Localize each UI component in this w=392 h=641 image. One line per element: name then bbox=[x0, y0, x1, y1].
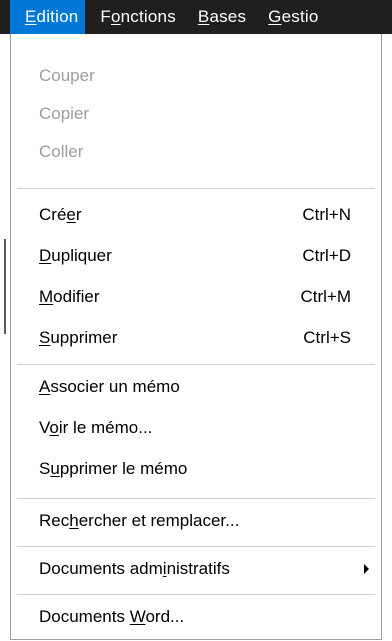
menu-item-documents-word-text-rest: ord... bbox=[145, 607, 185, 626]
menu-item-voir-memo-mnemonic: o bbox=[49, 418, 59, 437]
menu-item-dupliquer-shortcut: Ctrl+D bbox=[302, 246, 351, 265]
menu-item-creer-text-rest: r bbox=[75, 205, 82, 224]
menu-item-creer-shortcut: Ctrl+N bbox=[302, 205, 351, 224]
background-window-edge bbox=[0, 34, 10, 641]
menu-bar: Edition Fonctions Bases Gestio bbox=[0, 0, 392, 34]
menu-item-couper-label: Couper bbox=[39, 66, 95, 85]
menu-item-modifier-mnemonic: M bbox=[39, 287, 54, 306]
menu-item-documents-word-text: Documents bbox=[39, 607, 130, 626]
menu-item-creer-mnemonic: e bbox=[66, 205, 76, 224]
menu-bases-label-rest: ases bbox=[209, 7, 247, 26]
menu-edition[interactable]: Edition bbox=[10, 0, 86, 34]
menu-fonctions[interactable]: Fonctions bbox=[85, 0, 183, 34]
menu-item-creer-label: Créer bbox=[39, 205, 302, 225]
menu-item-modifier[interactable]: Modifier Ctrl+M bbox=[11, 278, 381, 316]
menu-item-supprimer-text-rest: upprimer bbox=[50, 328, 118, 347]
menu-item-creer-text: Cré bbox=[39, 205, 67, 224]
menu-item-voir-memo-text-rest: ir le mémo... bbox=[58, 418, 153, 437]
menu-item-modifier-text-rest: odifier bbox=[53, 287, 100, 306]
edition-dropdown-menu: Couper Copier Coller Créer Ctrl+N Dupliq… bbox=[10, 34, 382, 640]
menu-separator bbox=[17, 498, 375, 499]
menu-item-dupliquer-mnemonic: D bbox=[39, 246, 52, 265]
menu-item-copier: Copier bbox=[11, 95, 381, 133]
menu-item-supprimer-memo-text-rest: pprimer le mémo bbox=[59, 459, 188, 478]
menu-separator bbox=[17, 594, 375, 595]
menu-item-supprimer-label: Supprimer bbox=[39, 328, 303, 348]
menu-item-documents-admin-text-rest: nistratifs bbox=[166, 559, 230, 578]
menu-item-documents-administratifs[interactable]: Documents administratifs bbox=[11, 550, 381, 588]
menu-item-creer[interactable]: Créer Ctrl+N bbox=[11, 196, 381, 234]
menu-gestion-mnemonic: G bbox=[268, 7, 282, 26]
menu-edition-mnemonic: E bbox=[25, 7, 37, 26]
menu-separator bbox=[17, 188, 375, 189]
menu-item-voir-memo-text: V bbox=[39, 418, 50, 437]
menu-item-associer-memo-text-rest: ssocier un mémo bbox=[50, 377, 180, 396]
menu-item-supprimer-mnemonic: S bbox=[39, 328, 51, 347]
menu-item-dupliquer[interactable]: Dupliquer Ctrl+D bbox=[11, 237, 381, 275]
menu-gestion-label-rest: estio bbox=[281, 7, 319, 26]
menu-item-documents-word-label: Documents Word... bbox=[39, 607, 351, 627]
menu-item-rechercher-remplacer[interactable]: Rechercher et remplacer... bbox=[11, 502, 381, 540]
background-window-line bbox=[4, 239, 6, 334]
submenu-arrow-icon bbox=[364, 564, 369, 574]
menu-item-copier-label: Copier bbox=[39, 104, 90, 123]
menu-item-associer-memo-label: Associer un mémo bbox=[39, 377, 351, 397]
menu-item-supprimer-memo[interactable]: Supprimer le mémo bbox=[11, 450, 381, 488]
menu-item-coller: Coller bbox=[11, 133, 381, 171]
menu-gestion[interactable]: Gestio bbox=[253, 0, 325, 34]
menu-item-documents-word[interactable]: Documents Word... bbox=[11, 598, 381, 636]
menu-item-documents-word-mnemonic: W bbox=[129, 607, 146, 626]
menu-item-documents-admin-label: Documents administratifs bbox=[39, 559, 364, 579]
menu-bases-mnemonic: B bbox=[197, 7, 210, 26]
menu-fonctions-label-rest: nctions bbox=[120, 7, 176, 26]
menu-item-documents-admin-text: Documents adm bbox=[39, 559, 163, 578]
menu-separator bbox=[17, 546, 375, 547]
menu-bases[interactable]: Bases bbox=[183, 0, 253, 34]
menu-item-voir-memo-label: Voir le mémo... bbox=[39, 418, 351, 438]
menu-separator bbox=[17, 364, 375, 365]
menu-item-voir-memo[interactable]: Voir le mémo... bbox=[11, 409, 381, 447]
menu-item-associer-memo-mnemonic: A bbox=[39, 377, 51, 396]
menu-item-modifier-label: Modifier bbox=[39, 287, 300, 307]
menu-item-modifier-shortcut: Ctrl+M bbox=[300, 287, 351, 306]
menu-edition-label-rest: dition bbox=[36, 7, 79, 26]
menu-item-supprimer-shortcut: Ctrl+S bbox=[303, 328, 351, 347]
menu-item-couper: Couper bbox=[11, 57, 381, 95]
menu-item-supprimer-memo-text: S bbox=[39, 459, 51, 478]
menu-item-supprimer-memo-label: Supprimer le mémo bbox=[39, 459, 351, 479]
menu-item-dupliquer-label: Dupliquer bbox=[39, 246, 302, 266]
menu-item-rechercher-text: Rec bbox=[39, 511, 70, 530]
menu-fonctions-label: F bbox=[100, 7, 111, 26]
menu-item-associer-memo[interactable]: Associer un mémo bbox=[11, 368, 381, 406]
menu-item-rechercher-label: Rechercher et remplacer... bbox=[39, 511, 351, 531]
menu-item-rechercher-text-rest: ercher et remplacer... bbox=[78, 511, 240, 530]
menu-fonctions-mnemonic: o bbox=[110, 7, 121, 26]
menu-item-rechercher-mnemonic: h bbox=[69, 511, 79, 530]
menu-item-supprimer[interactable]: Supprimer Ctrl+S bbox=[11, 319, 381, 357]
menu-item-coller-label: Coller bbox=[39, 142, 84, 161]
menu-item-supprimer-memo-mnemonic: u bbox=[50, 459, 60, 478]
menu-item-dupliquer-text-rest: upliquer bbox=[51, 246, 112, 265]
